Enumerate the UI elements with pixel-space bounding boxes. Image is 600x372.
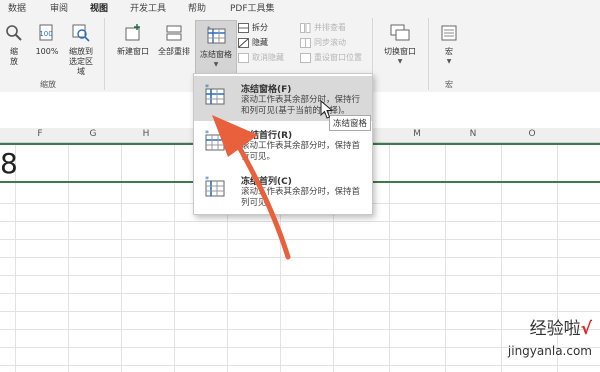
checkmark-icon: √ <box>580 319 592 339</box>
chevron-down-icon: ▼ <box>446 58 452 65</box>
new-window-icon <box>125 24 140 41</box>
zoom-selection-icon <box>72 24 90 42</box>
side-by-side-icon <box>300 22 311 33</box>
tab-developer[interactable]: 开发工具 <box>130 1 166 14</box>
unhide-label: 取消隐藏 <box>252 53 284 62</box>
svg-text:*: * <box>207 25 211 33</box>
cell-value: 8 <box>0 147 18 180</box>
macros-button[interactable]: 宏 ▼ <box>438 24 460 67</box>
hide-icon <box>238 37 249 48</box>
zoom-100-icon: 100 <box>39 24 53 41</box>
freeze-panes-icon: * <box>207 25 226 44</box>
macros-group-label: 宏 <box>445 80 453 89</box>
svg-text:*: * <box>205 84 209 92</box>
macros-icon <box>441 25 457 41</box>
sync-scroll-icon <box>300 37 311 48</box>
split-button[interactable]: 拆分 <box>238 22 268 33</box>
mouse-cursor-icon <box>320 100 334 119</box>
zoom-label: 缩放 <box>10 47 18 66</box>
watermark-logo-text: 经验啦 <box>529 319 581 339</box>
column-header[interactable]: F <box>30 129 50 139</box>
chevron-down-icon: ▼ <box>213 61 219 68</box>
arrange-all-label: 全部重排 <box>158 47 190 56</box>
reset-window-button[interactable]: 重设窗口位置 <box>300 52 362 63</box>
switch-windows-icon <box>390 24 410 41</box>
tab-help[interactable]: 帮助 <box>188 1 206 14</box>
column-header[interactable]: O <box>522 129 542 139</box>
column-header[interactable]: H <box>136 129 156 139</box>
annotation-arrow-icon <box>212 115 291 260</box>
tab-review[interactable]: 审阅 <box>50 1 68 14</box>
column-header[interactable]: G <box>83 129 103 139</box>
split-icon <box>238 22 249 33</box>
switch-windows-label: 切换窗口 <box>384 47 416 56</box>
tab-pdf-tools[interactable]: PDF工具集 <box>230 1 275 14</box>
hide-label: 隐藏 <box>252 38 268 47</box>
unhide-button[interactable]: 取消隐藏 <box>238 52 284 63</box>
reset-window-icon <box>300 52 311 63</box>
tooltip: 冻结窗格 <box>329 115 372 131</box>
macros-label: 宏 <box>445 47 453 56</box>
switch-windows-button[interactable]: 切换窗口 ▼ <box>379 24 421 67</box>
zoom-100-label: 100% <box>35 47 59 56</box>
menu-tabs: 数据 审阅 视图 开发工具 帮助 PDF工具集 <box>0 0 600 16</box>
column-header[interactable]: N <box>463 129 483 139</box>
unhide-icon <box>238 52 249 63</box>
chevron-down-icon: ▼ <box>397 58 403 65</box>
divider <box>428 18 429 90</box>
split-label: 拆分 <box>252 23 268 32</box>
view-side-by-side-button[interactable]: 并排查看 <box>300 22 346 33</box>
sync-scroll-label: 同步滚动 <box>314 38 346 47</box>
zoom-100-button[interactable]: 100 100% <box>34 24 60 57</box>
magnifier-icon <box>6 25 22 41</box>
arrange-all-button[interactable]: 全部重排 <box>155 24 193 57</box>
arrange-all-icon <box>166 25 182 41</box>
freeze-panes-icon: * <box>205 84 225 105</box>
tab-data[interactable]: 数据 <box>8 1 26 14</box>
zoom-selection-button[interactable]: 缩放到选定区域 <box>64 24 98 77</box>
menu-item-title: 冻结窗格(F) <box>241 85 292 95</box>
zoom-button[interactable]: 缩放 <box>3 24 25 67</box>
zoom-selection-label: 缩放到选定区域 <box>69 47 93 76</box>
freeze-panes-button[interactable]: * 冻结窗格 ▼ <box>195 20 237 80</box>
hide-button[interactable]: 隐藏 <box>238 37 268 48</box>
zoom-group-label: 缩放 <box>40 80 56 89</box>
svg-text:100: 100 <box>39 30 52 38</box>
sync-scroll-button[interactable]: 同步滚动 <box>300 37 346 48</box>
column-header[interactable]: M <box>407 129 427 139</box>
new-window-label: 新建窗口 <box>117 47 149 56</box>
watermark-url: jingyanla.com <box>507 344 592 358</box>
divider <box>104 18 105 90</box>
watermark-logo: 经验啦√ <box>530 314 592 339</box>
reset-window-label: 重设窗口位置 <box>314 53 362 62</box>
view-side-by-side-label: 并排查看 <box>314 23 346 32</box>
freeze-panes-label: 冻结窗格 <box>200 50 232 59</box>
new-window-button[interactable]: 新建窗口 <box>114 24 152 57</box>
